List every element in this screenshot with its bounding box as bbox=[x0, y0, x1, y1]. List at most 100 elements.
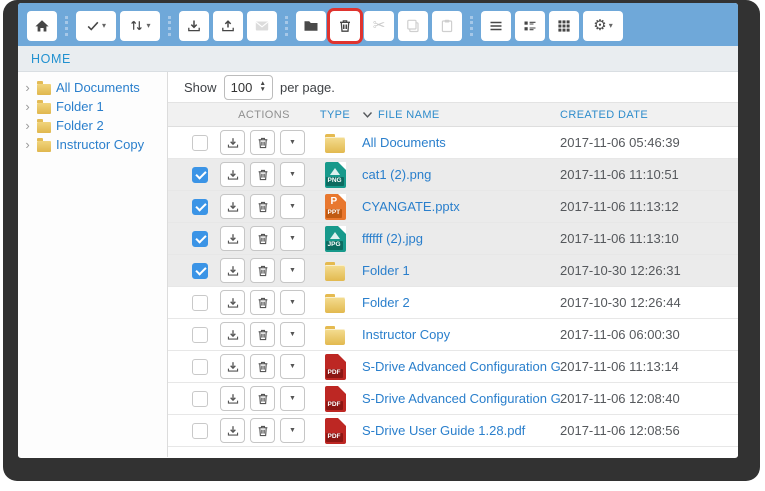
grid-view-button[interactable] bbox=[549, 11, 579, 41]
row-download-button[interactable] bbox=[220, 386, 245, 411]
sort-button[interactable]: ▾ bbox=[120, 11, 160, 41]
file-name-link[interactable]: S-Drive User Guide 1.28.pdf bbox=[362, 423, 525, 438]
row-delete-button[interactable] bbox=[250, 290, 275, 315]
tree-item-all-documents[interactable]: › All Documents bbox=[18, 78, 167, 97]
row-delete-button[interactable] bbox=[250, 386, 275, 411]
row-checkbox[interactable] bbox=[192, 359, 208, 375]
settings-button[interactable]: ⚙ ▾ bbox=[583, 11, 623, 41]
new-folder-button[interactable] bbox=[296, 11, 326, 41]
file-manager-window: ▾ ▾ bbox=[18, 3, 738, 458]
row-download-button[interactable] bbox=[220, 354, 245, 379]
col-header-created-date[interactable]: CREATED DATE bbox=[560, 109, 738, 121]
row-delete-button[interactable] bbox=[250, 162, 275, 187]
row-download-button[interactable] bbox=[220, 226, 245, 251]
download-icon bbox=[226, 136, 240, 150]
row-delete-button[interactable] bbox=[250, 418, 275, 443]
row-download-button[interactable] bbox=[220, 290, 245, 315]
trash-icon bbox=[256, 168, 270, 182]
row-more-button[interactable]: ▼ bbox=[280, 194, 305, 219]
row-download-button[interactable] bbox=[220, 130, 245, 155]
home-button[interactable] bbox=[27, 11, 57, 41]
sort-arrows-icon bbox=[129, 18, 144, 33]
row-more-button[interactable]: ▼ bbox=[280, 130, 305, 155]
row-checkbox[interactable] bbox=[192, 167, 208, 183]
delete-button[interactable] bbox=[330, 11, 360, 41]
detail-view-button[interactable] bbox=[515, 11, 545, 41]
created-date: 2017-11-06 11:13:14 bbox=[560, 359, 738, 374]
row-download-button[interactable] bbox=[220, 162, 245, 187]
select-all-button[interactable]: ▾ bbox=[76, 11, 116, 41]
email-button bbox=[247, 11, 277, 41]
file-name-link[interactable]: S-Drive Advanced Configuration Gui... bbox=[362, 359, 560, 374]
file-name-link[interactable]: CYANGATE.pptx bbox=[362, 199, 460, 214]
page-size-value[interactable]: 100 bbox=[231, 80, 253, 95]
row-checkbox[interactable] bbox=[192, 199, 208, 215]
file-name-link[interactable]: Instructor Copy bbox=[362, 327, 450, 342]
row-more-button[interactable]: ▼ bbox=[280, 258, 305, 283]
row-checkbox[interactable] bbox=[192, 135, 208, 151]
row-download-button[interactable] bbox=[220, 322, 245, 347]
row-more-button[interactable]: ▼ bbox=[280, 290, 305, 315]
tree-item-instructor-copy[interactable]: › Instructor Copy bbox=[18, 135, 167, 154]
row-checkbox[interactable] bbox=[192, 231, 208, 247]
toolbar-separator bbox=[168, 16, 171, 36]
row-more-button[interactable]: ▼ bbox=[280, 162, 305, 187]
row-more-button[interactable]: ▼ bbox=[280, 226, 305, 251]
expand-chevron-icon[interactable]: › bbox=[23, 119, 32, 132]
toolbar: ▾ ▾ bbox=[18, 3, 738, 46]
row-delete-button[interactable] bbox=[250, 130, 275, 155]
table-header: ACTIONS TYPE FILE NAME CREATED DATE bbox=[168, 102, 738, 127]
row-checkbox[interactable] bbox=[192, 327, 208, 343]
row-delete-button[interactable] bbox=[250, 226, 275, 251]
row-checkbox[interactable] bbox=[192, 391, 208, 407]
row-more-button[interactable]: ▼ bbox=[280, 354, 305, 379]
file-name-link[interactable]: S-Drive Advanced Configuration Gui... bbox=[362, 391, 560, 406]
file-ext-label: PDF bbox=[326, 401, 343, 410]
row-download-button[interactable] bbox=[220, 194, 245, 219]
file-name-link[interactable]: Folder 1 bbox=[362, 263, 410, 278]
stepper-down-icon[interactable]: ▼ bbox=[260, 87, 266, 94]
row-more-button[interactable]: ▼ bbox=[280, 386, 305, 411]
file-name-link[interactable]: All Documents bbox=[362, 135, 446, 150]
caret-down-icon: ▼ bbox=[289, 395, 296, 402]
tree-item-folder-1[interactable]: › Folder 1 bbox=[18, 97, 167, 116]
trash-icon bbox=[256, 232, 270, 246]
row-delete-button[interactable] bbox=[250, 322, 275, 347]
caret-down-icon: ▼ bbox=[289, 427, 296, 434]
expand-chevron-icon[interactable]: › bbox=[23, 100, 32, 113]
file-ext-label: PPT bbox=[326, 209, 343, 218]
trash-icon bbox=[256, 296, 270, 310]
table-row: ▼ Folder 2 2017-10-30 12:26:44 bbox=[168, 287, 738, 319]
trash-icon bbox=[256, 424, 270, 438]
file-name-link[interactable]: ffffff (2).jpg bbox=[362, 231, 423, 246]
breadcrumb-home[interactable]: HOME bbox=[31, 52, 71, 66]
row-checkbox[interactable] bbox=[192, 295, 208, 311]
expand-chevron-icon[interactable]: › bbox=[23, 81, 32, 94]
row-more-button[interactable]: ▼ bbox=[280, 322, 305, 347]
show-label: Show bbox=[184, 80, 217, 95]
row-checkbox[interactable] bbox=[192, 263, 208, 279]
download-icon bbox=[226, 360, 240, 374]
col-header-type[interactable]: TYPE bbox=[308, 109, 362, 121]
file-name-link[interactable]: Folder 2 bbox=[362, 295, 410, 310]
page-size-stepper[interactable]: 100 ▲ ▼ bbox=[224, 75, 273, 100]
copy-icon bbox=[405, 18, 421, 34]
row-download-button[interactable] bbox=[220, 418, 245, 443]
download-button[interactable] bbox=[179, 11, 209, 41]
row-download-button[interactable] bbox=[220, 258, 245, 283]
list-view-button[interactable] bbox=[481, 11, 511, 41]
tree-item-folder-2[interactable]: › Folder 2 bbox=[18, 116, 167, 135]
upload-button[interactable] bbox=[213, 11, 243, 41]
row-delete-button[interactable] bbox=[250, 354, 275, 379]
cut-icon: ✂ bbox=[373, 18, 386, 33]
row-more-button[interactable]: ▼ bbox=[280, 418, 305, 443]
caret-down-icon: ▼ bbox=[289, 331, 296, 338]
file-name-link[interactable]: cat1 (2).png bbox=[362, 167, 431, 182]
file-ext-label: PDF bbox=[326, 433, 343, 442]
row-delete-button[interactable] bbox=[250, 258, 275, 283]
file-type-icon bbox=[325, 290, 346, 316]
expand-chevron-icon[interactable]: › bbox=[23, 138, 32, 151]
col-header-file-name[interactable]: FILE NAME bbox=[362, 109, 560, 121]
row-delete-button[interactable] bbox=[250, 194, 275, 219]
row-checkbox[interactable] bbox=[192, 423, 208, 439]
